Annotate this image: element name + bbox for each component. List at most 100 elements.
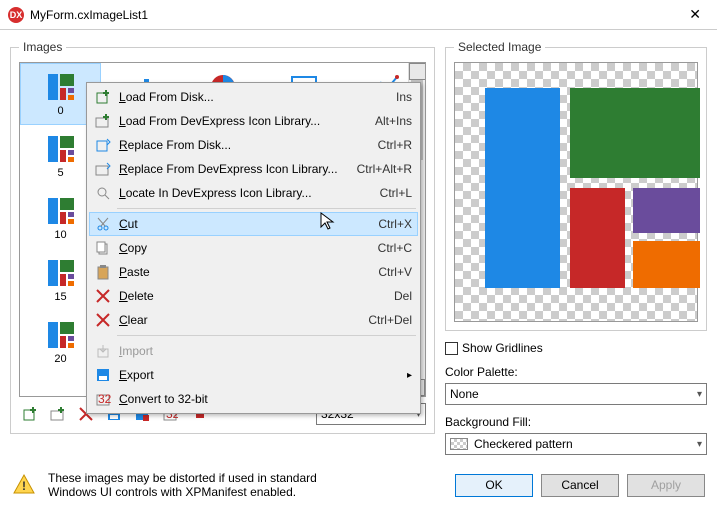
- menu-item-shortcut: Del: [394, 289, 412, 303]
- menu-item-label: Replace From Disk...: [119, 138, 231, 152]
- cursor-icon: [320, 212, 338, 230]
- menu-item-locate[interactable]: Locate In DevExpress Icon Library... Ctrl…: [89, 181, 418, 205]
- menu-item-replace-gallery[interactable]: Replace From DevExpress Icon Library... C…: [89, 157, 418, 181]
- preview-block: [633, 241, 700, 288]
- swatch-icon: [450, 438, 468, 450]
- app-icon: DX: [8, 7, 24, 23]
- menu-item-shortcut: Ctrl+R: [378, 138, 412, 152]
- menu-item-label: Cut: [119, 217, 138, 231]
- menu-item-label: Convert to 32-bit: [119, 392, 208, 406]
- cancel-button[interactable]: Cancel: [541, 474, 619, 497]
- menu-item-label: Delete: [119, 289, 154, 303]
- color-palette-label: Color Palette:: [445, 365, 707, 379]
- bg-fill-label: Background Fill:: [445, 415, 707, 429]
- copy-icon: [93, 238, 113, 258]
- window-title: MyForm.cxImageList1: [30, 8, 148, 22]
- submenu-arrow-icon: ▸: [407, 370, 412, 381]
- toolbar-add-gallery-icon[interactable]: [47, 403, 69, 425]
- menu-item-label: Clear: [119, 313, 148, 327]
- menu-item-shortcut: Ctrl+L: [380, 186, 412, 200]
- chevron-down-icon: ▾: [697, 389, 702, 400]
- menu-item-label: Export: [119, 368, 154, 382]
- menu-item-clear[interactable]: Clear Ctrl+Del: [89, 308, 418, 332]
- svg-text:32: 32: [98, 392, 111, 406]
- preview-block: [485, 88, 560, 288]
- color-palette-value: None: [450, 387, 479, 401]
- locate-icon: [93, 183, 113, 203]
- ok-button[interactable]: OK: [455, 474, 533, 497]
- thumbnail-icon: [45, 195, 77, 227]
- footer: ! These images may be distorted if used …: [0, 465, 717, 509]
- selected-image-group: Selected Image: [445, 40, 707, 331]
- context-menu: Load From Disk... Ins Load From DevExpress…: [86, 82, 421, 414]
- selected-image-group-label: Selected Image: [454, 40, 545, 54]
- preview-canvas: [454, 62, 698, 322]
- close-button[interactable]: ✕: [681, 2, 709, 27]
- menu-item-delete[interactable]: Delete Del: [89, 284, 418, 308]
- menu-item-shortcut: Ins: [396, 90, 412, 104]
- toolbar-add-icon[interactable]: [19, 403, 41, 425]
- menu-item-cut[interactable]: Cut Ctrl+X: [89, 212, 418, 236]
- menu-item-export[interactable]: Export ▸: [89, 363, 418, 387]
- replace-image-icon: [93, 135, 113, 155]
- apply-button[interactable]: Apply: [627, 474, 705, 497]
- import-icon: [93, 341, 113, 361]
- menu-item-shortcut: Alt+Ins: [375, 114, 412, 128]
- titlebar: DX MyForm.cxImageList1 ✕: [0, 0, 717, 30]
- menu-item-copy[interactable]: Copy Ctrl+C: [89, 236, 418, 260]
- bg-fill-combo[interactable]: Checkered pattern ▾: [445, 433, 707, 455]
- menu-item-label: Replace From DevExpress Icon Library...: [119, 162, 338, 176]
- export-icon: [93, 365, 113, 385]
- thumbnail-label: 0: [57, 105, 63, 117]
- show-gridlines-label: Show Gridlines: [462, 341, 543, 355]
- menu-item-label: Copy: [119, 241, 147, 255]
- thumbnail-icon: [45, 71, 77, 103]
- warning-icon: !: [12, 473, 36, 497]
- color-palette-combo[interactable]: None ▾: [445, 383, 707, 405]
- preview-block: [570, 188, 625, 288]
- menu-item-shortcut: Ctrl+C: [378, 241, 412, 255]
- bg-fill-value: Checkered pattern: [474, 437, 573, 451]
- menu-item-shortcut: Ctrl+X: [378, 217, 412, 231]
- menu-item-shortcut: Ctrl+V: [378, 265, 412, 279]
- menu-separator: [117, 335, 416, 336]
- thumbnail-icon: [45, 257, 77, 289]
- images-group-label: Images: [19, 40, 66, 54]
- clear-icon: [93, 310, 113, 330]
- delete-icon: [93, 286, 113, 306]
- replace-gallery-icon: [93, 159, 113, 179]
- convert-icon: 32: [93, 389, 113, 409]
- menu-item-paste[interactable]: Paste Ctrl+V: [89, 260, 418, 284]
- menu-item-shortcut: Ctrl+Alt+R: [357, 162, 412, 176]
- add-image-icon: [93, 87, 113, 107]
- menu-item-replace-image[interactable]: Replace From Disk... Ctrl+R: [89, 133, 418, 157]
- menu-item-import: Import: [89, 339, 418, 363]
- add-gallery-icon: [93, 111, 113, 131]
- thumbnail-label: 10: [54, 229, 66, 241]
- scroll-up[interactable]: ▴: [409, 63, 426, 80]
- thumbnail-label: 20: [54, 353, 66, 365]
- menu-item-add-gallery[interactable]: Load From DevExpress Icon Library... Alt+…: [89, 109, 418, 133]
- show-gridlines-checkbox[interactable]: Show Gridlines: [445, 341, 707, 355]
- menu-item-shortcut: Ctrl+Del: [368, 313, 412, 327]
- menu-item-add-image[interactable]: Load From Disk... Ins: [89, 85, 418, 109]
- thumbnail-icon: [45, 319, 77, 351]
- menu-item-label: Load From Disk...: [119, 90, 214, 104]
- thumbnail-label: 15: [54, 291, 66, 303]
- menu-item-label: Paste: [119, 265, 150, 279]
- menu-item-convert[interactable]: 32 Convert to 32-bit: [89, 387, 418, 411]
- preview-block: [633, 188, 700, 233]
- menu-item-label: Load From DevExpress Icon Library...: [119, 114, 320, 128]
- svg-text:!: !: [22, 479, 26, 493]
- menu-item-label: Locate In DevExpress Icon Library...: [119, 186, 312, 200]
- menu-item-label: Import: [119, 344, 153, 358]
- checkbox-icon: [445, 342, 458, 355]
- thumbnail-icon: [45, 133, 77, 165]
- warning-text: These images may be distorted if used in…: [48, 471, 368, 499]
- menu-separator: [117, 208, 416, 209]
- paste-icon: [93, 262, 113, 282]
- cut-icon: [93, 214, 113, 234]
- thumbnail-label: 5: [57, 167, 63, 179]
- preview-block: [570, 88, 700, 178]
- chevron-down-icon: ▾: [697, 439, 702, 450]
